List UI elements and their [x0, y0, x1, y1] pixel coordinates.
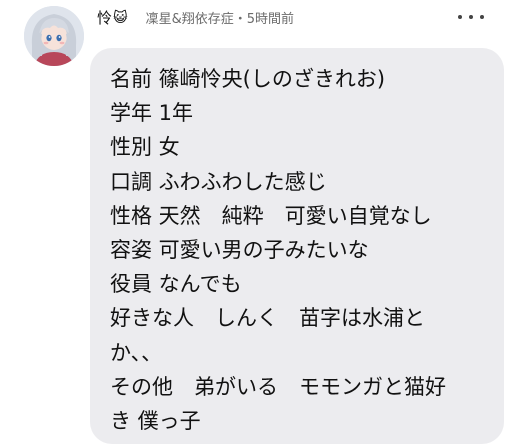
message-text: 名前 篠崎怜央(しのざきれお) 学年 1年 性別 女 口調 ふわふわした感じ 性…	[110, 67, 446, 434]
more-icon[interactable]	[458, 12, 484, 22]
more-dot	[480, 15, 484, 19]
author-name[interactable]: 怜	[97, 7, 112, 28]
cat-emoji-icon: 😺	[113, 9, 128, 26]
post-subtitle: 凜星&翔依存症・5時間前	[145, 12, 295, 27]
more-dot	[469, 15, 473, 19]
avatar-image	[24, 6, 84, 66]
avatar[interactable]	[24, 6, 84, 66]
message-bubble: 名前 篠崎怜央(しのざきれお) 学年 1年 性別 女 口調 ふわふわした感じ 性…	[90, 48, 504, 444]
more-dot	[458, 15, 462, 19]
post-header: 怜 😺 凜星&翔依存症・5時間前	[97, 7, 294, 28]
